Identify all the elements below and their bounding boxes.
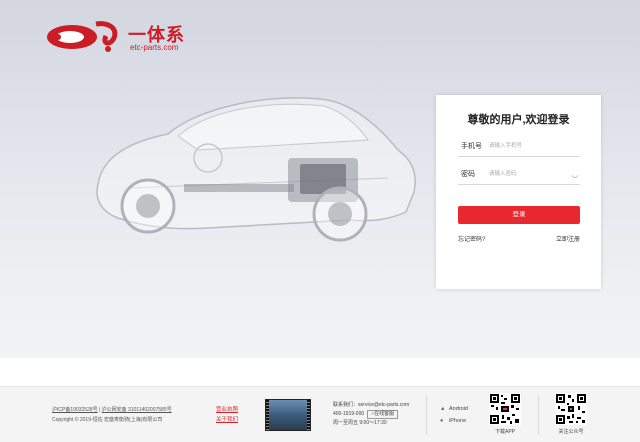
online-service-button[interactable]: ○在线客服 <box>367 410 399 419</box>
phone-input[interactable] <box>489 140 569 152</box>
copyright-text: Copyright © 2019-恒佐 宏盛寿衡骑(上海)有限公司 <box>52 417 163 423</box>
wechat-qr-label: 关注公众号 <box>558 429 584 435</box>
app-qr-code-icon <box>489 393 521 425</box>
contact-phone: 400-1919-000 <box>333 411 365 417</box>
password-input[interactable] <box>489 168 569 180</box>
footer-divider-2 <box>538 395 539 435</box>
app-downloads: ▲ Android ● iPhone <box>440 403 468 427</box>
forgot-password-link[interactable]: 忘记密码? <box>458 234 485 243</box>
iphone-app-link[interactable]: ● iPhone <box>440 415 468 427</box>
password-label: 密码 <box>461 171 475 178</box>
register-link[interactable]: 立即注册 <box>556 234 580 243</box>
android-app-link[interactable]: ▲ Android <box>440 403 468 415</box>
spacer-band <box>0 358 640 386</box>
site-logo[interactable]: 一体系 etc-parts.com <box>46 20 206 60</box>
app-qr-label: 下载APP <box>494 429 515 435</box>
police-link[interactable]: 沪公网安备 31011402007585号 <box>102 407 172 413</box>
about-us-link[interactable]: 关于我们 <box>216 415 238 425</box>
hero-banner: 一体系 etc-parts.com 尊敬的用户,欢迎登录 手机号 密码 ◡ 登录… <box>0 0 640 358</box>
footer-legal: 沪ICP备19032528号 | 沪公网安备 31011402007585号 C… <box>52 407 172 423</box>
footer: 沪ICP备19032528号 | 沪公网安备 31011402007585号 C… <box>0 386 640 442</box>
apple-icon: ● <box>440 418 444 424</box>
wechat-qr-code-icon <box>555 393 587 425</box>
contact-info: 联系我们：service@etc-parts.com 400-1919-000 ○… <box>333 401 409 428</box>
phone-field: 手机号 <box>458 137 580 157</box>
login-button[interactable]: 登录 <box>458 206 580 224</box>
footer-links: 营业执照 关于我们 <box>216 405 238 425</box>
phone-label: 手机号 <box>461 143 482 150</box>
car-illustration <box>96 97 416 242</box>
login-title: 尊敬的用户,欢迎登录 <box>467 114 570 126</box>
contact-email[interactable]: service@etc-parts.com <box>358 402 409 408</box>
password-field: 密码 ◡ <box>458 165 580 185</box>
logo-mark-icon <box>47 21 118 52</box>
video-thumbnail[interactable] <box>265 399 311 431</box>
logo-domain-text: etc-parts.com <box>130 43 179 52</box>
android-icon: ▲ <box>440 406 446 412</box>
icp-link[interactable]: 沪ICP备19032528号 <box>52 407 98 413</box>
contact-label: 联系我们： <box>333 402 359 408</box>
service-hours: 周一至周五 9:00～17:30 <box>333 420 387 426</box>
business-license-link[interactable]: 营业执照 <box>216 405 238 415</box>
footer-divider <box>426 395 427 435</box>
eye-icon[interactable]: ◡ <box>572 171 578 179</box>
login-panel: 尊敬的用户,欢迎登录 手机号 密码 ◡ 登录 忘记密码? 立即注册 <box>436 95 601 289</box>
